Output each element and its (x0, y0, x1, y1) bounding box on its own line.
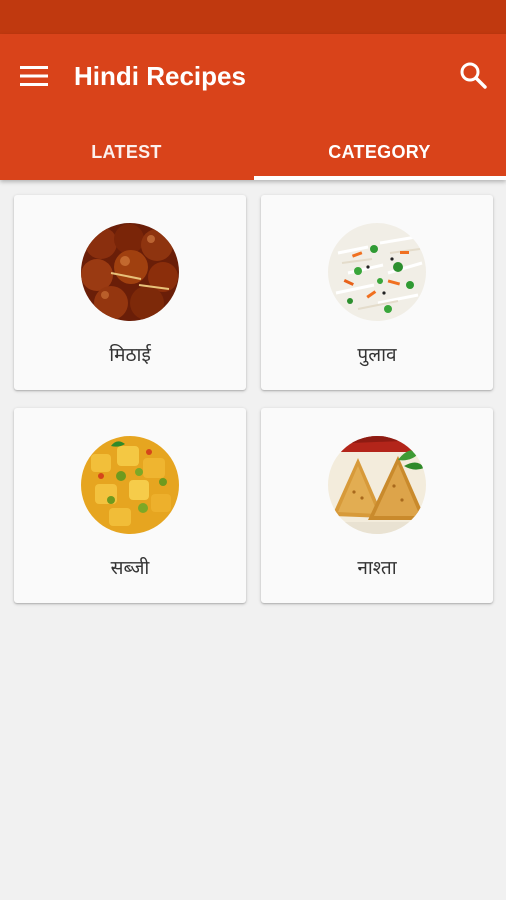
category-card-sabzi[interactable]: सब्जी (14, 408, 246, 603)
search-icon (460, 62, 487, 89)
app-bar: Hindi Recipes LATEST CATEGORY (0, 34, 506, 180)
sabzi-image (81, 436, 179, 534)
category-label: पुलाव (357, 344, 397, 366)
category-card-mithai[interactable]: मिठाई (14, 195, 246, 390)
samosa-image (328, 436, 426, 534)
status-bar (0, 0, 506, 34)
gulab-jamun-image (81, 223, 179, 321)
tab-latest[interactable]: LATEST (0, 124, 253, 180)
category-label: नाश्ता (357, 557, 397, 579)
tab-bar: LATEST CATEGORY (0, 124, 506, 180)
pulao-image (328, 223, 426, 321)
search-button[interactable] (456, 58, 490, 92)
tab-latest-label: LATEST (91, 141, 162, 162)
app-title: Hindi Recipes (74, 61, 246, 91)
tab-category-label: CATEGORY (328, 141, 431, 162)
category-card-nashta[interactable]: नाश्ता (261, 408, 493, 603)
tab-category[interactable]: CATEGORY (253, 124, 506, 180)
category-label: मिठाई (109, 344, 151, 366)
category-card-pulao[interactable]: पुलाव (261, 195, 493, 390)
category-label: सब्जी (110, 557, 150, 579)
hamburger-menu-icon (20, 66, 48, 86)
menu-button[interactable] (18, 60, 50, 92)
selected-tab-indicator (254, 176, 506, 180)
